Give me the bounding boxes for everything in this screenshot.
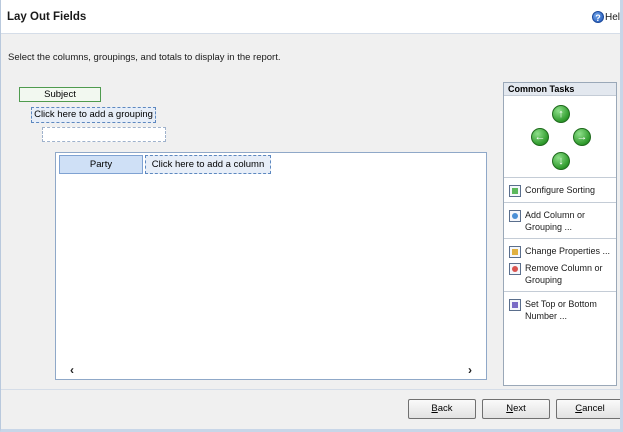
task-label: Configure Sorting [525,185,596,195]
common-tasks-panel: Common Tasks ↑ ← → ↓ Configure Sorting A… [503,82,617,386]
help-link[interactable]: ? Help [592,10,620,24]
column-party[interactable]: Party [59,155,143,174]
next-rest: ext [513,403,526,414]
move-arrows: ↑ ← → ↓ [504,96,616,178]
empty-grouping-slot[interactable] [42,127,166,142]
instructions-text: Select the columns, groupings, and total… [8,52,281,63]
dialog-header: Lay Out Fields ? Help [0,0,620,34]
back-button[interactable]: Back [408,399,476,419]
move-up-icon[interactable]: ↑ [552,105,570,123]
add-column-icon [509,210,521,222]
scroll-right-icon[interactable]: › [463,363,477,377]
scroll-left-icon[interactable]: ‹ [65,363,79,377]
move-left-icon[interactable]: ← [531,128,549,146]
remove-icon [509,263,521,275]
next-button[interactable]: Next [482,399,550,419]
back-rest: ack [437,403,453,414]
sort-icon [509,185,521,197]
grouping-subject[interactable]: Subject [19,87,101,102]
configure-sorting-link[interactable]: Configure Sorting [504,182,616,199]
dialog-footer: Back Next Cancel [0,389,623,429]
cancel-button[interactable]: Cancel [556,399,623,419]
remove-column-or-grouping-link[interactable]: Remove Column or Grouping [504,260,616,288]
change-properties-link[interactable]: Change Properties ... [504,243,616,260]
common-tasks-title: Common Tasks [504,83,616,96]
task-label: Set Top or Bottom Number ... [525,299,597,321]
task-label: Remove Column or Grouping [525,263,603,285]
task-section-sorting: Configure Sorting [504,178,616,203]
move-down-icon[interactable]: ↓ [552,152,570,170]
task-section-edit: Change Properties ... Remove Column or G… [504,239,616,292]
move-right-icon[interactable]: → [573,128,591,146]
cancel-rest: ancel [582,403,605,414]
add-column-placeholder[interactable]: Click here to add a column [145,155,271,174]
dialog-title: Lay Out Fields [7,11,87,23]
columns-panel: Party Click here to add a column ‹ › [55,152,487,380]
set-top-bottom-number-link[interactable]: Set Top or Bottom Number ... [504,296,616,324]
task-section-add: Add Column or Grouping ... [504,203,616,239]
add-grouping-placeholder[interactable]: Click here to add a grouping [31,107,156,123]
help-label: Help [605,11,620,23]
properties-icon [509,246,521,258]
task-label: Add Column or Grouping ... [525,210,586,232]
add-column-or-grouping-link[interactable]: Add Column or Grouping ... [504,207,616,235]
horizontal-scrollbar[interactable]: ‹ › [59,363,483,377]
task-section-topn: Set Top or Bottom Number ... [504,292,616,327]
task-label: Change Properties ... [525,246,611,256]
help-icon: ? [592,11,604,23]
top-bottom-icon [509,299,521,311]
